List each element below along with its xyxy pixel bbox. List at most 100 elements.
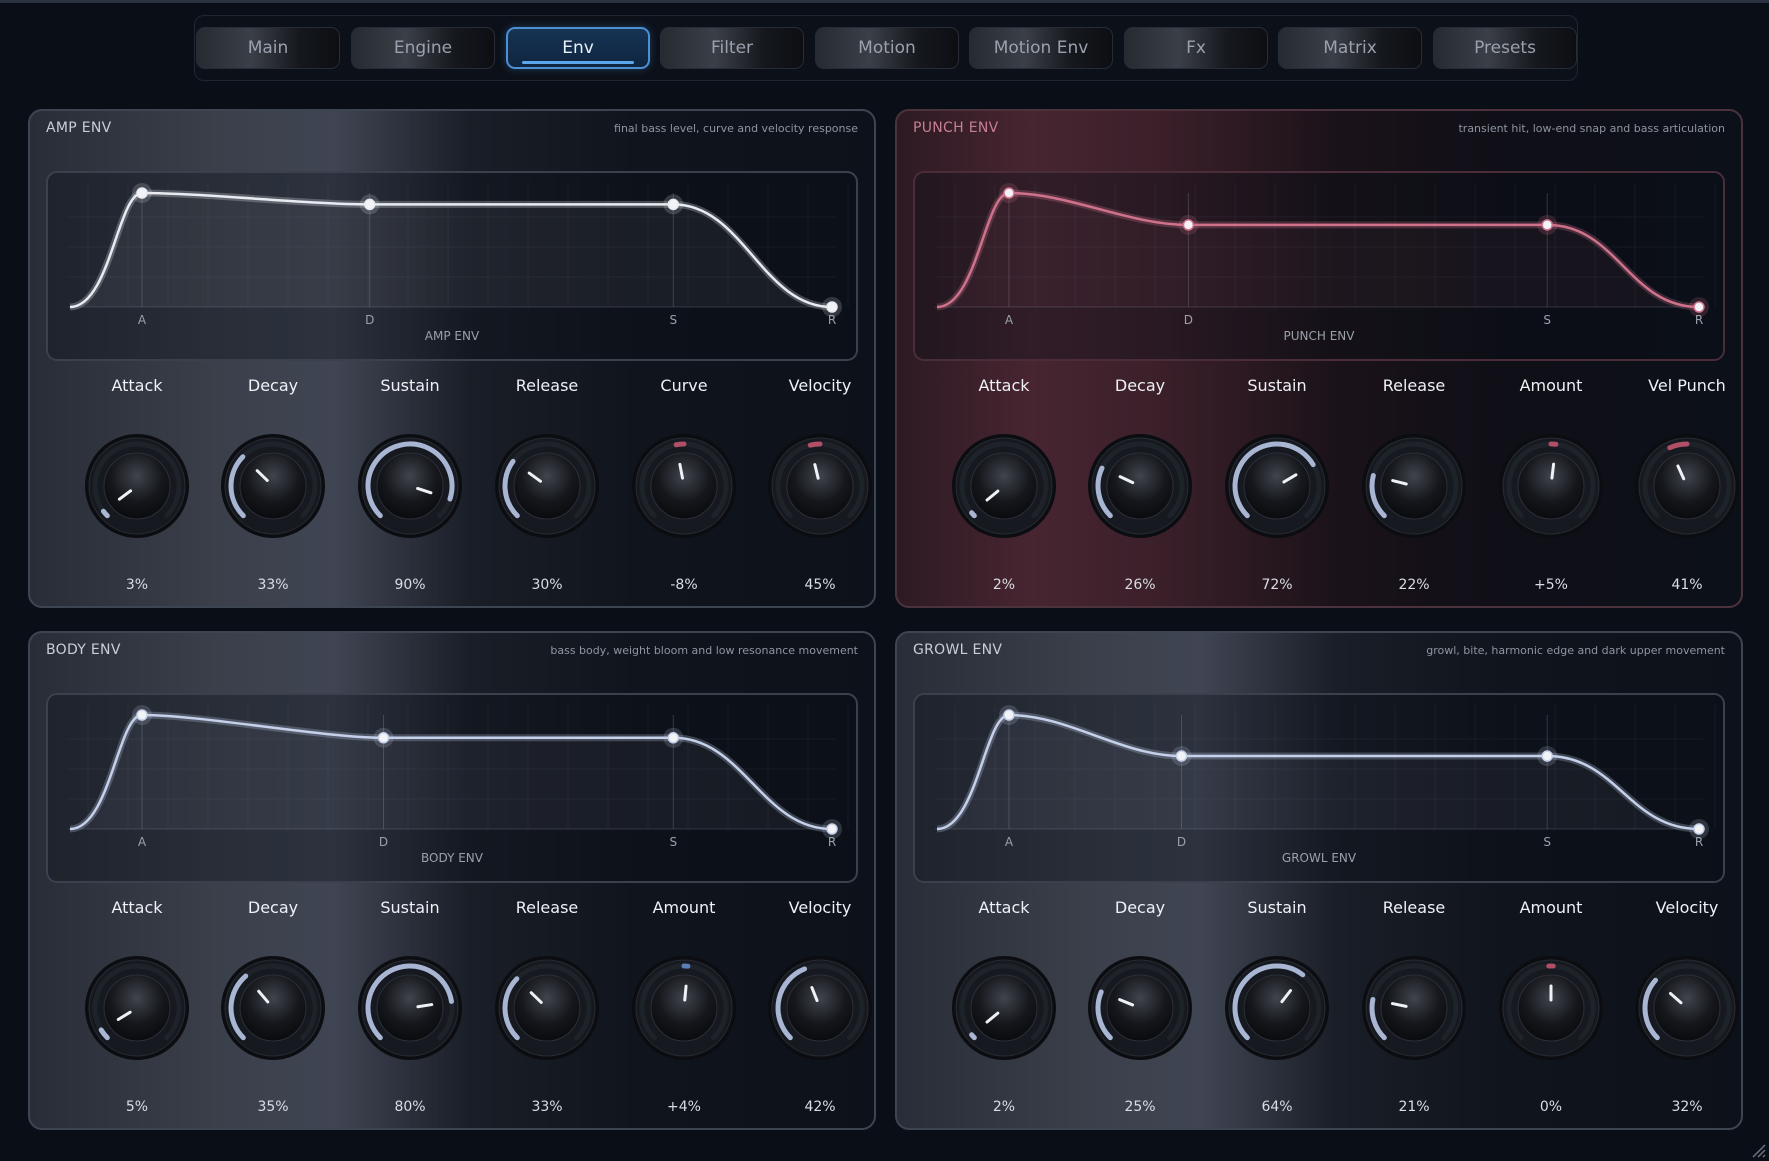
knob-label: Decay <box>1114 898 1166 917</box>
knob-label: Release <box>515 898 579 917</box>
knob-release[interactable] <box>492 953 602 1063</box>
knob-attack[interactable] <box>82 953 192 1063</box>
panel-description: growl, bite, harmonic edge and dark uppe… <box>1426 644 1725 657</box>
resize-grip-icon[interactable] <box>1745 1137 1767 1159</box>
top-border <box>0 0 1769 3</box>
knob-decay[interactable] <box>1085 431 1195 541</box>
panel-description: bass body, weight bloom and low resonanc… <box>550 644 858 657</box>
tab-env[interactable]: Env <box>506 27 650 69</box>
knob-value: 33% <box>257 577 289 593</box>
tab-presets[interactable]: Presets <box>1433 27 1577 69</box>
knob-value: 30% <box>531 577 563 593</box>
envelope-node-release[interactable] <box>826 301 838 313</box>
envelope-node-decay[interactable] <box>1182 219 1195 231</box>
stage-label: A <box>1005 835 1014 849</box>
knob-value: 0% <box>1539 1099 1563 1115</box>
tab-motion-env[interactable]: Motion Env <box>969 27 1113 69</box>
knob-label: Amount <box>1519 898 1583 917</box>
panel-title: BODY ENV <box>46 642 121 658</box>
knob-curve[interactable] <box>629 431 739 541</box>
knob-label: Attack <box>111 898 163 917</box>
stage-label: S <box>669 313 677 327</box>
envelope-node-decay[interactable] <box>363 198 376 211</box>
knob-label: Sustain <box>1247 898 1307 917</box>
knob-release[interactable] <box>492 431 602 541</box>
knob-value: 72% <box>1261 577 1293 593</box>
knob-decay[interactable] <box>218 431 328 541</box>
knob-label: Release <box>1382 376 1446 395</box>
tab-main[interactable]: Main <box>196 27 340 69</box>
envelope-node-sustain[interactable] <box>667 198 680 211</box>
envelope-node-attack[interactable] <box>136 187 148 199</box>
knob-velocity[interactable] <box>1632 953 1741 1063</box>
knob-value: +5% <box>1534 577 1568 593</box>
graph-caption: BODY ENV <box>421 851 484 865</box>
knob-value: 3% <box>125 577 149 593</box>
knob-sustain[interactable] <box>355 431 465 541</box>
stage-label: A <box>138 835 147 849</box>
knob-label: Release <box>1382 898 1446 917</box>
envelope-node-attack[interactable] <box>1003 187 1015 199</box>
envelope-node-sustain[interactable] <box>667 732 680 744</box>
stage-label: D <box>1184 313 1193 327</box>
panel-description: final bass level, curve and velocity res… <box>614 122 858 135</box>
knob-value: 26% <box>1124 577 1156 593</box>
knob-value: 2% <box>992 577 1016 593</box>
envelope-node-attack[interactable] <box>136 709 148 721</box>
knob-label: Sustain <box>380 898 440 917</box>
knob-velocity[interactable] <box>765 953 874 1063</box>
knob-pointer <box>1550 462 1556 480</box>
knob-amount[interactable] <box>629 953 739 1063</box>
envelope-graph[interactable]: A D S R AMP ENV <box>46 171 858 361</box>
knob-pointer <box>683 984 688 1002</box>
envelope-node-attack[interactable] <box>1003 709 1015 721</box>
tab-engine[interactable]: Engine <box>351 27 495 69</box>
stage-label: D <box>1177 835 1186 849</box>
knob-decay[interactable] <box>218 953 328 1063</box>
knob-velocity[interactable] <box>765 431 874 541</box>
knob-attack[interactable] <box>949 953 1059 1063</box>
knob-label: Amount <box>652 898 716 917</box>
knob-attack[interactable] <box>949 431 1059 541</box>
knob-value: 64% <box>1261 1099 1293 1115</box>
knob-release[interactable] <box>1359 431 1469 541</box>
envelope-node-sustain[interactable] <box>1541 219 1553 231</box>
knob-value: 33% <box>531 1099 563 1115</box>
stage-label: S <box>1543 835 1551 849</box>
envelope-node-release[interactable] <box>826 823 838 835</box>
tab-matrix[interactable]: Matrix <box>1278 27 1422 69</box>
knob-value: 80% <box>394 1099 426 1115</box>
knob-attack[interactable] <box>82 431 192 541</box>
tab-motion[interactable]: Motion <box>815 27 959 69</box>
knob-value: 21% <box>1398 1099 1430 1115</box>
tab-filter[interactable]: Filter <box>660 27 804 69</box>
envelope-graph[interactable]: A D S R PUNCH ENV <box>913 171 1725 361</box>
punch-env-panel: PUNCH ENV transient hit, low-end snap and… <box>895 109 1743 608</box>
envelope-node-sustain[interactable] <box>1541 750 1553 762</box>
knob-sustain[interactable] <box>1222 431 1332 541</box>
tab-fx[interactable]: Fx <box>1124 27 1268 69</box>
envelope-node-release[interactable] <box>1693 823 1705 835</box>
knob-amount[interactable] <box>1496 431 1606 541</box>
graph-caption: AMP ENV <box>425 329 480 343</box>
envelope-graph[interactable]: A D S R GROWL ENV <box>913 693 1725 883</box>
envelope-node-release[interactable] <box>1693 301 1705 313</box>
knob-sustain[interactable] <box>1222 953 1332 1063</box>
knob-decay[interactable] <box>1085 953 1195 1063</box>
knob-value: -8% <box>670 577 698 593</box>
knob-label: Sustain <box>380 376 440 395</box>
growl-env-panel: GROWL ENV growl, bite, harmonic edge and … <box>895 631 1743 1130</box>
body-env-panel: BODY ENV bass body, weight bloom and low … <box>28 631 876 1130</box>
knob-vel-punch[interactable] <box>1632 431 1741 541</box>
knob-label: Velocity <box>788 898 852 917</box>
knob-amount[interactable] <box>1496 953 1606 1063</box>
knob-release[interactable] <box>1359 953 1469 1063</box>
envelope-node-decay[interactable] <box>1175 750 1188 762</box>
stage-label: A <box>1005 313 1014 327</box>
envelope-node-decay[interactable] <box>377 732 390 744</box>
knob-label: Velocity <box>1655 898 1719 917</box>
stage-label: R <box>1695 835 1703 849</box>
envelope-graph[interactable]: A D S R BODY ENV <box>46 693 858 883</box>
knob-sustain[interactable] <box>355 953 465 1063</box>
knob-value: 22% <box>1398 577 1430 593</box>
